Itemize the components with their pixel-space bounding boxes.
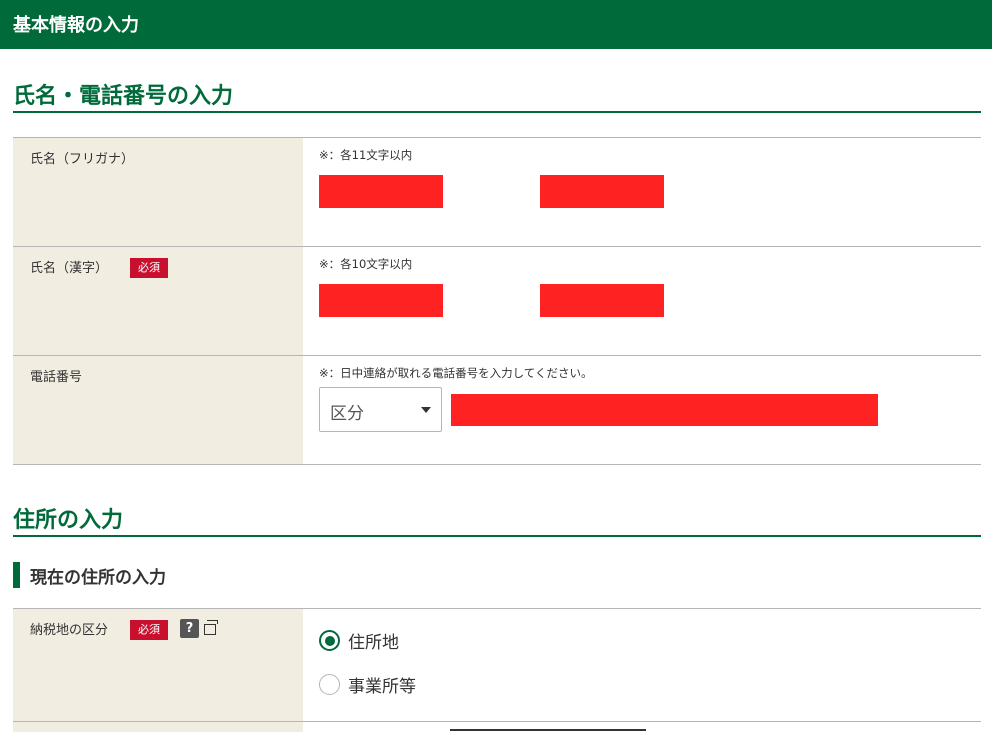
phone-note: ※：日中連絡が取れる電話番号を入力してください。 — [319, 366, 593, 380]
name-phone-form-table: 氏名（フリガナ） ※：各11文字以内 氏名（漢字） 必須 ※：各10文字以内 電… — [13, 137, 981, 465]
label-cell: 納税地の区分 必須 ? — [13, 609, 303, 721]
label-cell: 氏名（フリガナ） — [13, 138, 303, 246]
value-cell: 住所地 事業所等 — [303, 609, 981, 721]
section-heading-address: 住所の入力 — [13, 502, 981, 537]
form-row-kanji: 氏名（漢字） 必須 ※：各10文字以内 — [13, 247, 981, 356]
phone-type-select[interactable]: 区分 — [319, 387, 442, 432]
value-cell: ※：各11文字以内 — [303, 138, 981, 246]
section-heading-name-phone: 氏名・電話番号の入力 — [13, 78, 981, 113]
kana-note: ※：各11文字以内 — [319, 148, 413, 162]
page-header-title: 基本情報の入力 — [13, 15, 139, 36]
value-cell: ※：日中連絡が取れる電話番号を入力してください。 区分 — [303, 356, 981, 464]
kana-label: 氏名（フリガナ） — [30, 152, 135, 167]
phone-number-input[interactable] — [451, 394, 878, 426]
radio-button-unchecked[interactable] — [319, 674, 340, 695]
value-cell: ※：各10文字以内 — [303, 247, 981, 355]
radio-button-checked[interactable] — [319, 630, 340, 651]
kanji-first-name-input[interactable] — [540, 284, 664, 317]
form-row-tax-place: 納税地の区分 必須 ? 住所地 事業所等 — [13, 609, 981, 722]
label-cell: 氏名（漢字） 必須 — [13, 247, 303, 355]
page-header: 基本情報の入力 — [0, 0, 992, 49]
kanji-last-name-input[interactable] — [319, 284, 443, 317]
label-cell — [13, 722, 303, 732]
form-row-phone: 電話番号 ※：日中連絡が取れる電話番号を入力してください。 区分 — [13, 356, 981, 465]
radio-label-residence: 住所地 — [348, 633, 399, 653]
kanji-label: 氏名（漢字） — [30, 261, 109, 276]
tax-place-label: 納税地の区分 — [30, 623, 109, 638]
form-row-kana: 氏名（フリガナ） ※：各11文字以内 — [13, 138, 981, 247]
phone-label: 電話番号 — [30, 370, 83, 385]
required-badge: 必須 — [130, 258, 169, 278]
kana-last-name-input[interactable] — [319, 175, 443, 208]
radio-option-office[interactable]: 事業所等 — [319, 672, 416, 697]
help-icon[interactable]: ? — [180, 619, 200, 638]
radio-option-residence[interactable]: 住所地 — [319, 628, 399, 653]
address-form-table: 納税地の区分 必須 ? 住所地 事業所等 — [13, 608, 981, 732]
new-window-icon[interactable] — [204, 620, 219, 635]
phone-type-select-value: 区分 — [330, 404, 364, 424]
radio-label-office: 事業所等 — [348, 677, 416, 697]
label-cell: 電話番号 — [13, 356, 303, 464]
required-badge: 必須 — [130, 620, 169, 640]
kana-first-name-input[interactable] — [540, 175, 664, 208]
subheading-current-address: 現在の住所の入力 — [13, 562, 166, 588]
kanji-note: ※：各10文字以内 — [319, 257, 413, 271]
chevron-down-icon — [421, 407, 431, 413]
